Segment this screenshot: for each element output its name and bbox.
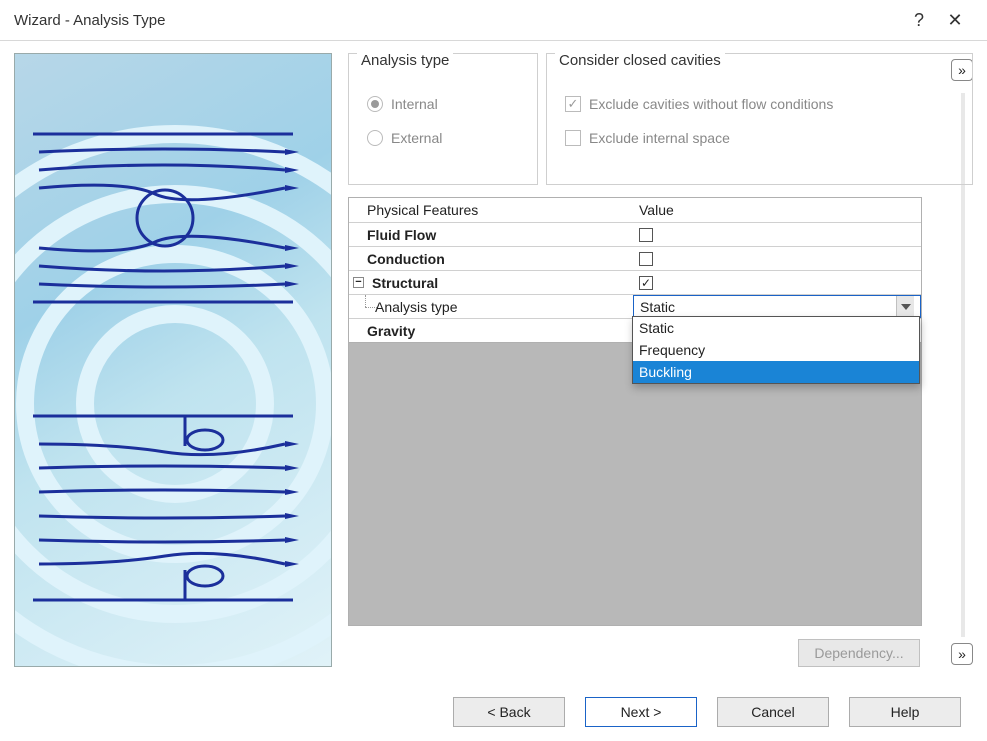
option-buckling[interactable]: Buckling: [633, 361, 919, 383]
checkbox-conduction[interactable]: [639, 252, 653, 266]
dropdown-value: Static: [640, 299, 675, 315]
wizard-illustration: [14, 53, 332, 667]
window-title: Wizard - Analysis Type: [14, 12, 901, 29]
label-conduction: Conduction: [349, 247, 633, 270]
checkbox-exclude-internal[interactable]: Exclude internal space: [565, 130, 954, 146]
checkbox-structural[interactable]: [639, 276, 653, 290]
label-structural-analysis-type: Analysis type: [349, 295, 633, 318]
radio-internal[interactable]: Internal: [367, 96, 519, 112]
row-structural-analysis-type: Analysis type Static: [349, 294, 921, 318]
expand-right-bottom-button[interactable]: »: [951, 643, 973, 665]
checkbox-mark-icon: [565, 130, 581, 146]
option-groups: Analysis type Internal External Consider…: [348, 53, 973, 185]
help-button[interactable]: ?: [901, 2, 937, 38]
right-pane: » Analysis type Internal External: [348, 53, 973, 681]
option-frequency[interactable]: Frequency: [633, 339, 919, 361]
checkbox-exclude-flow[interactable]: Exclude cavities without flow conditions: [565, 96, 954, 112]
option-static[interactable]: Static: [633, 317, 919, 339]
cavities-title: Consider closed cavities: [555, 52, 725, 69]
checkbox-fluid-flow[interactable]: [639, 228, 653, 242]
table-header-row: Physical Features Value: [349, 198, 921, 222]
label-fluid-flow: Fluid Flow: [349, 223, 633, 246]
analysis-type-title: Analysis type: [357, 52, 453, 69]
analysis-type-dropdown-list: Static Frequency Buckling: [632, 316, 920, 384]
cancel-button[interactable]: Cancel: [717, 697, 829, 727]
row-fluid-flow: Fluid Flow: [349, 222, 921, 246]
help-button-footer[interactable]: Help: [849, 697, 961, 727]
features-table-wrap: Physical Features Value Fluid Flow Condu…: [348, 197, 922, 343]
exclude-flow-label: Exclude cavities without flow conditions: [589, 96, 833, 112]
tree-collapse-icon[interactable]: −: [353, 277, 364, 288]
dialog-body: » Analysis type Internal External: [0, 41, 987, 687]
closed-cavities-group: Consider closed cavities Exclude cavitie…: [546, 53, 973, 185]
titlebar: Wizard - Analysis Type ? ✕: [0, 0, 987, 40]
radio-internal-label: Internal: [391, 96, 438, 112]
label-structural: − Structural: [349, 271, 633, 294]
label-gravity: Gravity: [349, 319, 633, 342]
label-structural-text: Structural: [372, 275, 438, 291]
radio-external-label: External: [391, 130, 442, 146]
header-value: Value: [633, 198, 921, 222]
radio-external[interactable]: External: [367, 130, 519, 146]
chevron-down-icon: [896, 296, 914, 317]
row-structural: − Structural: [349, 270, 921, 294]
wizard-footer: < Back Next > Cancel Help: [0, 687, 987, 741]
back-button[interactable]: < Back: [453, 697, 565, 727]
dependency-button[interactable]: Dependency...: [798, 639, 920, 667]
analysis-type-group: Analysis type Internal External: [348, 53, 538, 185]
radio-mark-icon: [367, 130, 383, 146]
exclude-internal-label: Exclude internal space: [589, 130, 730, 146]
next-button[interactable]: Next >: [585, 697, 697, 727]
flow-bottom-icon: [15, 404, 332, 614]
row-conduction: Conduction: [349, 246, 921, 270]
header-physical-features: Physical Features: [349, 198, 633, 222]
features-table-empty-area: [348, 343, 922, 626]
analysis-type-dropdown[interactable]: Static: [633, 295, 921, 318]
wizard-window: Wizard - Analysis Type ? ✕: [0, 0, 987, 741]
radio-mark-icon: [367, 96, 383, 112]
flow-top-icon: [15, 124, 332, 314]
checkbox-mark-icon: [565, 96, 581, 112]
close-button[interactable]: ✕: [937, 2, 973, 38]
